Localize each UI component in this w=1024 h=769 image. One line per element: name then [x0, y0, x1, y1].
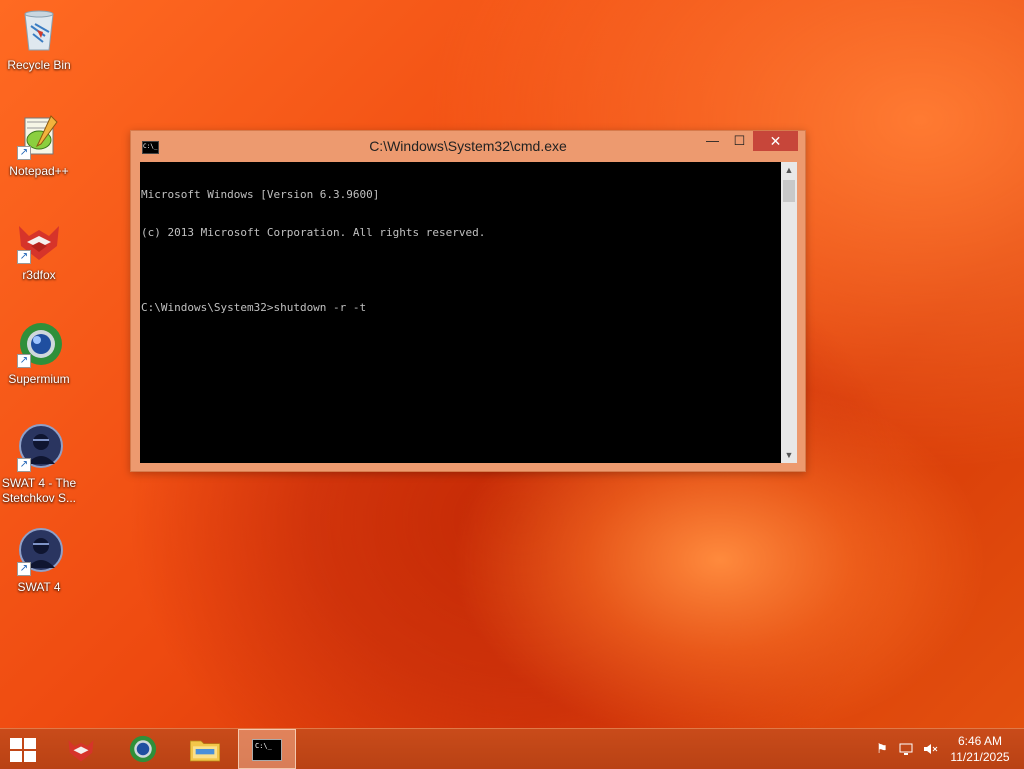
recycle-bin-icon: [15, 6, 63, 54]
volume-muted-icon[interactable]: [922, 741, 938, 757]
r3dfox-icon: [68, 740, 94, 762]
taskbar-item-file-explorer[interactable]: [176, 729, 234, 769]
clock-time: 6:46 AM: [957, 734, 1003, 748]
network-icon[interactable]: [898, 741, 914, 757]
taskbar-item-supermium[interactable]: [114, 729, 172, 769]
desktop-icon-label: SWAT 4 - The Stetchkov S...: [1, 476, 77, 505]
taskbar-item-command-prompt[interactable]: C:\_: [238, 729, 296, 769]
desktop-icon-label: Recycle Bin: [7, 58, 71, 72]
desktop-icon-label: r3dfox: [22, 268, 56, 282]
windows-logo-icon: [10, 751, 22, 762]
file-explorer-icon: [190, 740, 220, 762]
maximize-button[interactable]: ☐: [726, 131, 753, 151]
console-prompt-line: C:\Windows\System32>shutdown -r -t: [141, 300, 367, 314]
desktop-icon-label: Notepad++: [9, 164, 69, 178]
desktop-icon-label: SWAT 4: [17, 580, 61, 594]
command-prompt-icon: C:\_: [252, 739, 282, 761]
shortcut-arrow-icon: ↗: [17, 354, 31, 368]
console-line: (c) 2013 Microsoft Corporation. All righ…: [141, 225, 486, 239]
swat4-icon: ↗: [15, 528, 63, 576]
taskbar-clock[interactable]: 6:46 AM 11/21/2025: [944, 733, 1016, 765]
taskbar: C:\_ ⚑ 6:46 AM 11/21/2025: [0, 728, 1024, 769]
notepad-plus-plus-icon: ↗: [15, 112, 63, 160]
window-titlebar[interactable]: C:\_ C:\Windows\System32\cmd.exe — ☐ ✕: [131, 131, 805, 162]
desktop-icon-label: Supermium: [8, 372, 70, 386]
taskbar-item-r3dfox[interactable]: [52, 729, 110, 769]
supermium-icon: [129, 735, 157, 763]
shortcut-arrow-icon: ↗: [17, 562, 31, 576]
command-prompt-icon-text: C:\_: [255, 742, 272, 750]
desktop-icon-supermium[interactable]: ↗ Supermium: [0, 320, 78, 387]
flag-icon[interactable]: ⚑: [874, 741, 890, 757]
start-button[interactable]: [8, 736, 38, 762]
desktop-icon-r3dfox[interactable]: ↗ r3dfox: [0, 216, 78, 283]
cmd-window[interactable]: C:\_ C:\Windows\System32\cmd.exe — ☐ ✕ M…: [130, 130, 806, 472]
shortcut-arrow-icon: ↗: [17, 458, 31, 472]
console-output[interactable]: Microsoft Windows [Version 6.3.9600] (c)…: [140, 162, 781, 463]
supermium-icon: ↗: [15, 320, 63, 368]
console-line: Microsoft Windows [Version 6.3.9600]: [141, 188, 380, 201]
scrollbar-thumb[interactable]: [783, 180, 795, 202]
scroll-down-arrow-icon[interactable]: ▼: [781, 447, 797, 463]
minimize-button[interactable]: —: [699, 131, 726, 151]
shortcut-arrow-icon: ↗: [17, 146, 31, 160]
swat4-icon: ↗: [15, 424, 63, 472]
desktop-icon-recycle-bin[interactable]: Recycle Bin: [0, 6, 78, 73]
vertical-scrollbar[interactable]: ▲ ▼: [781, 162, 797, 463]
desktop-icon-swat4-stetchkov[interactable]: ↗ SWAT 4 - The Stetchkov S...: [0, 424, 78, 506]
desktop-icon-swat4[interactable]: ↗ SWAT 4: [0, 528, 78, 595]
desktop-icon-notepad-plus-plus[interactable]: ↗ Notepad++: [0, 112, 78, 179]
close-button[interactable]: ✕: [753, 131, 798, 151]
windows-logo-icon: [24, 751, 36, 762]
windows-logo-icon: [10, 738, 22, 749]
shortcut-arrow-icon: ↗: [17, 250, 31, 264]
scroll-up-arrow-icon[interactable]: ▲: [781, 162, 797, 178]
windows-logo-icon: [24, 738, 36, 749]
r3dfox-icon: ↗: [15, 216, 63, 264]
clock-date: 11/21/2025: [950, 750, 1010, 764]
